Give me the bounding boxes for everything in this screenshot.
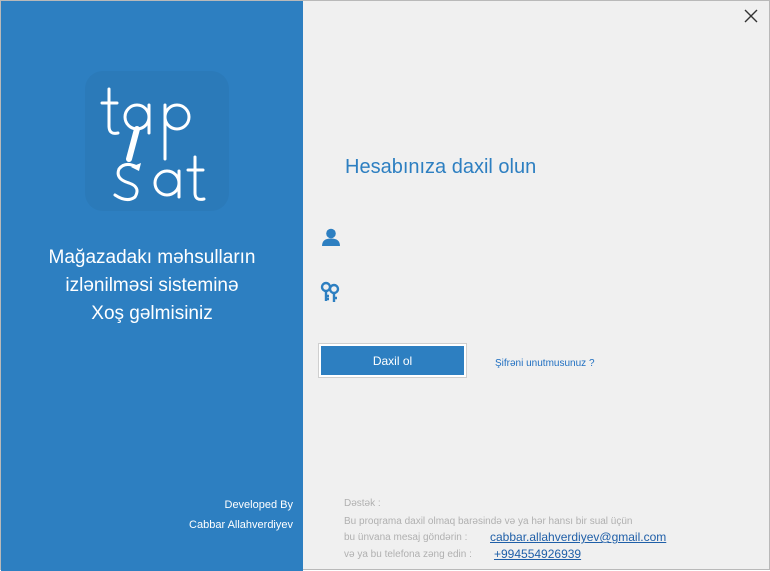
developer-name: Cabbar Allahverdiyev [189, 519, 293, 531]
forgot-password-link[interactable]: Şifrəni unutmusunuz ? [495, 358, 595, 369]
support-line-2: bu ünvana mesaj göndərin : [344, 532, 468, 543]
username-input[interactable] [351, 225, 745, 251]
close-icon [744, 9, 758, 23]
support-line-1: Bu proqrama daxil olmaq barəsində və ya … [344, 516, 633, 527]
login-heading: Hesabınıza daxil olun [345, 156, 537, 178]
support-email-link[interactable]: cabbar.allahverdiyev@gmail.com [490, 530, 666, 544]
support-title: Dəstək : [344, 498, 381, 509]
welcome-line-2: izlənilməsi sisteminə [65, 275, 239, 296]
close-button[interactable] [740, 5, 762, 27]
support-line-3: və ya bu telefona zəng edin : [344, 549, 472, 560]
login-window: Mağazadakı məhsulların izlənilməsi siste… [0, 0, 770, 571]
welcome-message: Mağazadakı məhsulların izlənilməsi siste… [19, 244, 285, 328]
tapsat-logo-icon [100, 87, 206, 202]
user-icon [322, 228, 340, 246]
developed-by-label: Developed By [224, 499, 294, 511]
login-button[interactable]: Daxil ol [318, 343, 467, 378]
developer-credit: Developed By Cabbar Allahverdiyev [93, 495, 293, 535]
keys-icon [320, 281, 340, 302]
app-logo [85, 71, 229, 211]
welcome-line-3: Xoş gəlmisiniz [91, 303, 213, 324]
password-input[interactable] [351, 281, 745, 307]
support-phone-link[interactable]: +994554926939 [494, 547, 581, 561]
branding-panel: Mağazadakı məhsulların izlənilməsi siste… [1, 1, 303, 571]
welcome-line-1: Mağazadakı məhsulların [48, 247, 256, 268]
